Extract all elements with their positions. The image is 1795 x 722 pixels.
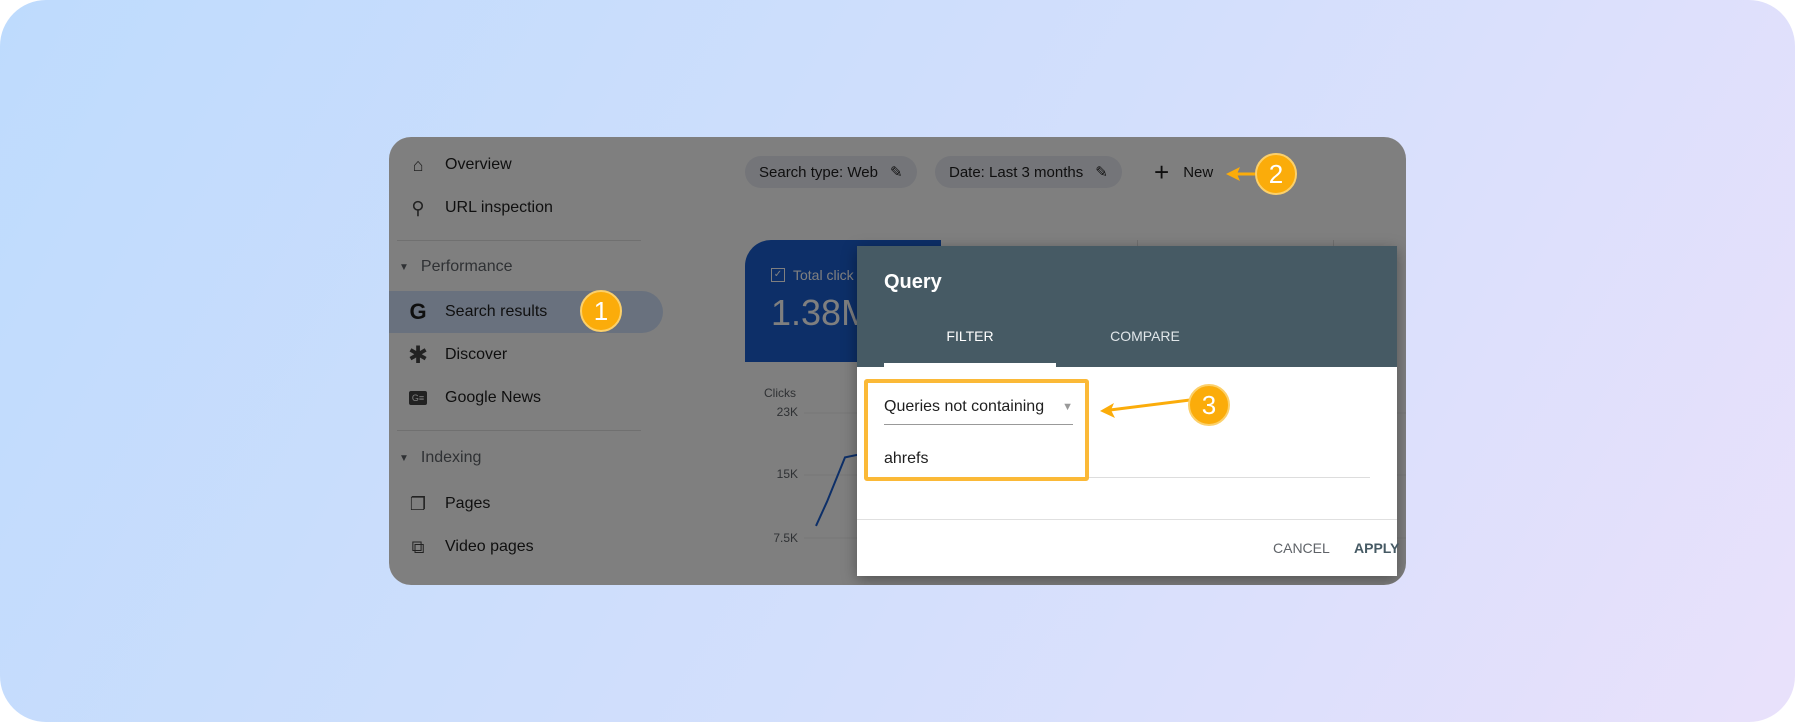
annotation-arrows xyxy=(1100,167,1256,418)
annotation-badge-3: 3 xyxy=(1188,384,1230,426)
annotation-badge-2: 2 xyxy=(1255,153,1297,195)
annotation-badge-1: 1 xyxy=(580,290,622,332)
arrow-3 xyxy=(1109,398,1191,412)
